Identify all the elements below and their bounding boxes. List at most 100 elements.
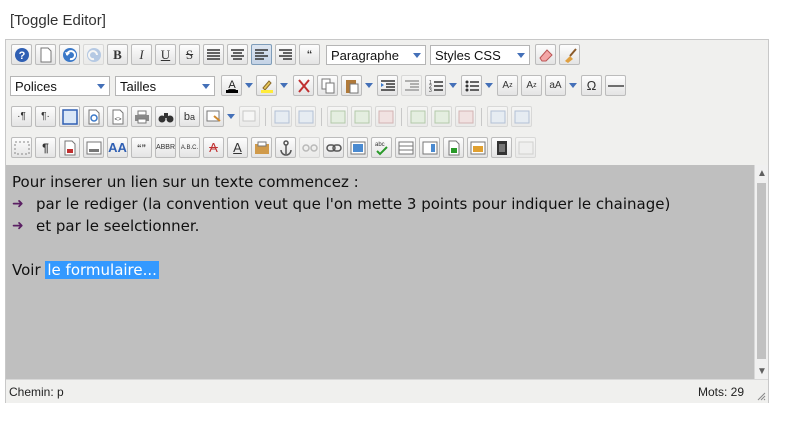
word-count: Mots: 29 [697,385,744,399]
scrollbar-thumb[interactable] [757,183,766,359]
chevron-down-icon [513,46,529,64]
selected-text[interactable]: le formulaire... [45,261,159,279]
element-path[interactable]: Chemin: p [9,385,64,399]
insert-form-icon[interactable] [83,137,104,158]
layer-dropdown[interactable] [225,106,236,127]
subscript-icon[interactable]: Az [497,75,518,96]
paste-icon[interactable] [341,75,362,96]
styles-aa-icon[interactable]: AA [107,137,128,158]
help-icon[interactable]: ? [11,44,32,65]
table-row-props-icon[interactable] [271,106,292,127]
svg-text:A: A [228,79,236,91]
split-cells-icon[interactable] [487,106,508,127]
highlight-color-dropdown[interactable] [278,75,289,96]
visual-aid-icon[interactable] [11,137,32,158]
outdent-icon[interactable] [401,75,422,96]
text-color-dropdown[interactable] [243,75,254,96]
insert-col-after-icon[interactable] [431,106,452,127]
cite-quote-icon[interactable]: “” [131,137,152,158]
preview-icon[interactable] [83,106,104,127]
ordered-list-dropdown[interactable] [447,75,458,96]
horizontal-rule-icon[interactable] [605,75,626,96]
editor-content-area[interactable]: Pour inserer un lien sur un texte commen… [6,165,754,379]
font-family-select[interactable]: Polices [10,76,110,96]
show-blocks-icon[interactable]: ¶ [35,137,56,158]
table-cell-props-icon[interactable] [295,106,316,127]
insert-text-icon[interactable]: A [227,137,248,158]
insert-file-icon[interactable] [443,137,464,158]
blockquote-icon[interactable]: “ [299,44,320,65]
html-source-icon[interactable]: <> [107,106,128,127]
insert-link-icon[interactable] [323,137,344,158]
ordered-list-icon[interactable]: 123 [425,75,446,96]
styles-select-value: Styles CSS [435,47,501,63]
styles-select[interactable]: Styles CSS [430,45,530,65]
template-icon[interactable] [419,137,440,158]
bold-icon[interactable]: B [107,44,128,65]
unlink-icon[interactable] [299,137,320,158]
indent-icon[interactable] [377,75,398,96]
align-center-icon[interactable] [227,44,248,65]
delete-col-icon[interactable] [455,106,476,127]
align-left-icon[interactable] [251,44,272,65]
anchor-icon[interactable] [275,137,296,158]
underline-icon[interactable]: U [155,44,176,65]
acronym-icon[interactable]: A.B.C. [179,137,200,158]
toggle-editor-link[interactable]: [Toggle Editor] [10,12,106,29]
font-size-select[interactable]: Tailles [115,76,215,96]
insert-media-icon[interactable] [491,137,512,158]
eraser-icon[interactable] [535,44,556,65]
delete-table-icon[interactable] [239,106,260,127]
status-bar: Chemin: p Mots: 29 [6,379,768,403]
replace-icon[interactable]: ba [179,106,200,127]
abbr-icon[interactable]: ABBR [155,137,176,158]
align-right-icon[interactable] [275,44,296,65]
format-select[interactable]: Paragraphe [326,45,426,65]
print-icon[interactable] [131,106,152,127]
image-manager-icon[interactable] [467,137,488,158]
fullscreen-icon[interactable] [59,106,80,127]
undo-icon[interactable] [59,44,80,65]
insert-layer-icon[interactable] [203,106,224,127]
cut-icon[interactable] [293,75,314,96]
vertical-scrollbar[interactable]: ▲ ▼ [754,165,768,379]
attributes-icon[interactable] [251,137,272,158]
insert-image-icon[interactable] [347,137,368,158]
bullet-list-dropdown[interactable] [483,75,494,96]
spellcheck-icon[interactable]: abc [371,137,392,158]
strikethrough-icon[interactable]: S [179,44,200,65]
delete-text-icon[interactable]: A [203,137,224,158]
delete-row-icon[interactable] [375,106,396,127]
cleanup-broom-icon[interactable] [559,44,580,65]
insert-row-after-icon[interactable] [351,106,372,127]
superscript-icon[interactable]: Az [521,75,542,96]
scroll-down-icon[interactable]: ▼ [755,363,769,379]
disabled-tool-icon[interactable] [515,137,536,158]
find-binoculars-icon[interactable] [155,106,176,127]
text-color-icon[interactable]: A [221,75,242,96]
rich-text-editor: ? B I U S “ Paragraphe Styles CSS Police… [5,39,769,403]
redo-icon[interactable] [83,44,104,65]
resize-grip-icon[interactable] [756,391,766,401]
insert-col-before-icon[interactable] [407,106,428,127]
bullet-list-icon[interactable] [461,75,482,96]
scroll-up-icon[interactable]: ▲ [755,165,769,181]
highlight-color-icon[interactable] [256,75,277,96]
change-case-icon[interactable]: aA [545,75,566,96]
link-paragraph: Voir le formulaire... [12,259,748,281]
rtl-icon[interactable]: ¶· [35,106,56,127]
special-char-omega-icon[interactable]: Ω [581,75,602,96]
insert-row-before-icon[interactable] [327,106,348,127]
change-case-dropdown[interactable] [567,75,578,96]
list-item-text: et par le seelctionner. [36,217,200,235]
ltr-icon[interactable]: ·¶ [11,106,32,127]
justify-full-icon[interactable] [203,44,224,65]
merge-cells-icon[interactable] [511,106,532,127]
insert-pdf-icon[interactable] [59,137,80,158]
chevron-down-icon [409,46,425,64]
paste-dropdown[interactable] [363,75,374,96]
new-document-icon[interactable] [35,44,56,65]
copy-icon[interactable] [317,75,338,96]
italic-icon[interactable]: I [131,44,152,65]
insert-table-icon[interactable] [395,137,416,158]
